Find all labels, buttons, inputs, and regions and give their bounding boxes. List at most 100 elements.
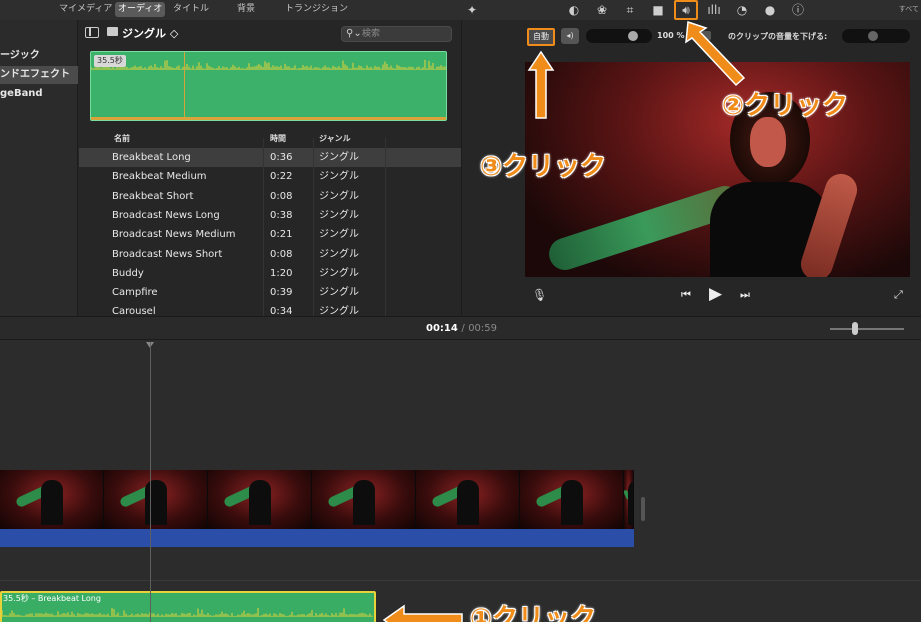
video-thumbnail <box>520 470 624 529</box>
cell-genre: ジングル <box>319 209 359 221</box>
video-thumbnail <box>208 470 312 529</box>
callout-step3: ③クリック <box>480 152 607 182</box>
tab-transitions[interactable]: トランジション <box>282 2 351 17</box>
video-clip[interactable] <box>0 470 634 547</box>
speed-icon[interactable]: ◔ <box>734 2 750 18</box>
video-thumbnail <box>624 470 634 529</box>
mute-toggle-icon[interactable]: ◂) <box>561 28 579 44</box>
volume-slider[interactable] <box>586 29 652 43</box>
cell-name: Buddy <box>112 267 144 279</box>
music-clip-label: 35.5秒 – Breakbeat Long <box>3 594 101 603</box>
zoom-slider[interactable] <box>830 328 904 330</box>
cell-genre: ジングル <box>319 248 359 260</box>
cell-time: 0:38 <box>270 209 293 221</box>
cell-genre: ジングル <box>319 190 359 202</box>
timeline-toolbar: 00:14 / 00:59 <box>0 316 921 340</box>
tab-my-media[interactable]: マイメディア <box>56 2 115 17</box>
time-separator: / <box>461 323 465 334</box>
search-box[interactable]: ⚲⌄ <box>341 26 452 42</box>
filter-icon[interactable]: ● <box>762 2 778 18</box>
crop-icon[interactable]: ⌗ <box>622 2 638 18</box>
table-row[interactable]: Broadcast News Medium 0:21 ジングル <box>79 225 461 244</box>
table-row[interactable]: Buddy 1:20 ジングル <box>79 264 461 283</box>
next-button[interactable]: ⏭︎ <box>740 288 750 302</box>
preview-baseline <box>91 117 446 120</box>
video-thumbnail <box>312 470 416 529</box>
playhead[interactable] <box>150 342 151 622</box>
duck-level-slider[interactable] <box>842 29 910 43</box>
video-thumbnail <box>0 470 104 529</box>
timeline[interactable]: 35.5秒 – Breakbeat Long <box>0 340 921 622</box>
search-input[interactable] <box>362 28 450 40</box>
preview-playhead[interactable] <box>184 52 185 120</box>
sidebar-toggle-icon[interactable] <box>85 27 99 38</box>
cell-name: Broadcast News Short <box>112 248 223 260</box>
music-clip[interactable]: 35.5秒 – Breakbeat Long <box>0 591 376 622</box>
clip-trim-handle[interactable] <box>641 497 645 521</box>
zoom-slider-knob[interactable] <box>852 322 858 335</box>
stabilization-icon[interactable]: ■ <box>650 2 666 18</box>
color-balance-icon[interactable]: ◐ <box>566 2 582 18</box>
highlight-box <box>674 0 698 20</box>
play-button[interactable]: ▶ <box>709 284 722 304</box>
table-row[interactable]: Breakbeat Medium 0:22 ジングル <box>79 167 461 186</box>
search-icon: ⚲⌄ <box>346 28 362 39</box>
reset-all-button[interactable]: すべて <box>899 4 919 14</box>
table-row[interactable]: Breakbeat Long 0:36 ジングル <box>79 148 461 167</box>
column-divider <box>263 138 264 316</box>
table-row[interactable]: Campfire 0:39 ジングル <box>79 283 461 302</box>
column-header-name[interactable]: 名前 <box>114 130 130 148</box>
tab-audio[interactable]: オーディオ <box>115 2 166 17</box>
tab-titles[interactable]: タイトル <box>170 2 212 17</box>
video-clip-audio[interactable] <box>0 529 634 547</box>
cell-name: Broadcast News Long <box>112 209 220 221</box>
table-row[interactable]: Broadcast News Long 0:38 ジングル <box>79 206 461 225</box>
category-dropdown[interactable]: ジングル ◇ <box>122 25 178 41</box>
library-sidebar: ージック ンドエフェクト geBand <box>0 20 78 316</box>
previous-button[interactable]: ⏮︎ <box>681 288 691 302</box>
music-track-divider <box>0 580 921 581</box>
cell-genre: ジングル <box>319 171 359 183</box>
audio-browser: ジングル ◇ ⚲⌄ 35.5秒 名前 時間 ジャンル Breakbeat Lon… <box>79 20 461 317</box>
cell-time: 0:22 <box>270 171 293 183</box>
callout-step1: ①クリック <box>470 604 597 622</box>
microphone-icon[interactable]: 🎙︎ <box>532 288 547 302</box>
auto-button[interactable]: 自動 <box>527 28 555 46</box>
cell-name: Breakbeat Short <box>112 190 194 202</box>
fullscreen-icon[interactable]: ⤢ <box>894 288 903 302</box>
color-palette-icon[interactable]: ❀ <box>594 2 610 18</box>
duck-others-checkbox[interactable] <box>702 31 711 40</box>
preview-duration-badge: 35.5秒 <box>94 55 126 67</box>
equalizer-icon[interactable]: ıllı <box>706 2 722 18</box>
table-row[interactable]: Broadcast News Short 0:08 ジングル <box>79 245 461 264</box>
current-time: 00:14 <box>426 323 458 334</box>
waveform-graphic <box>91 59 446 70</box>
cell-name: Breakbeat Medium <box>112 171 207 183</box>
cell-genre: ジングル <box>319 287 359 299</box>
cell-time: 0:08 <box>270 248 293 260</box>
cell-time: 1:20 <box>270 267 293 279</box>
cell-name: Broadcast News Medium <box>112 229 236 241</box>
timecode: 00:14 / 00:59 <box>426 323 497 334</box>
volume-value: 100 % <box>657 31 685 40</box>
top-toolbar: マイメディア オーディオ タイトル 背景 トランジション ✦ ◐ ❀ ⌗ ■ 🔊… <box>0 0 921 20</box>
table-row[interactable]: Breakbeat Short 0:08 ジングル <box>79 187 461 206</box>
duck-level-knob[interactable] <box>868 31 878 41</box>
sidebar-item-sound-effects[interactable]: ンドエフェクト <box>0 66 78 84</box>
info-icon[interactable]: ⓘ <box>790 2 806 18</box>
video-thumbnail <box>104 470 208 529</box>
cell-name: Campfire <box>112 287 158 299</box>
magic-wand-icon[interactable]: ✦ <box>464 2 480 18</box>
column-divider <box>313 138 314 316</box>
column-header-time[interactable]: 時間 <box>270 130 286 148</box>
duck-others-label: のクリップの音量を下げる: <box>728 32 828 41</box>
tab-backgrounds[interactable]: 背景 <box>234 2 258 17</box>
sidebar-item-music[interactable]: ージック <box>0 47 78 65</box>
audio-preview-waveform[interactable]: 35.5秒 <box>90 51 447 121</box>
sidebar-item-garageband[interactable]: geBand <box>0 85 78 103</box>
browser-header: ジングル ◇ ⚲⌄ <box>79 20 461 48</box>
total-time: 00:59 <box>468 323 498 334</box>
video-figure-face <box>750 117 786 167</box>
column-header-genre[interactable]: ジャンル <box>319 130 351 148</box>
volume-slider-knob[interactable] <box>628 31 638 41</box>
